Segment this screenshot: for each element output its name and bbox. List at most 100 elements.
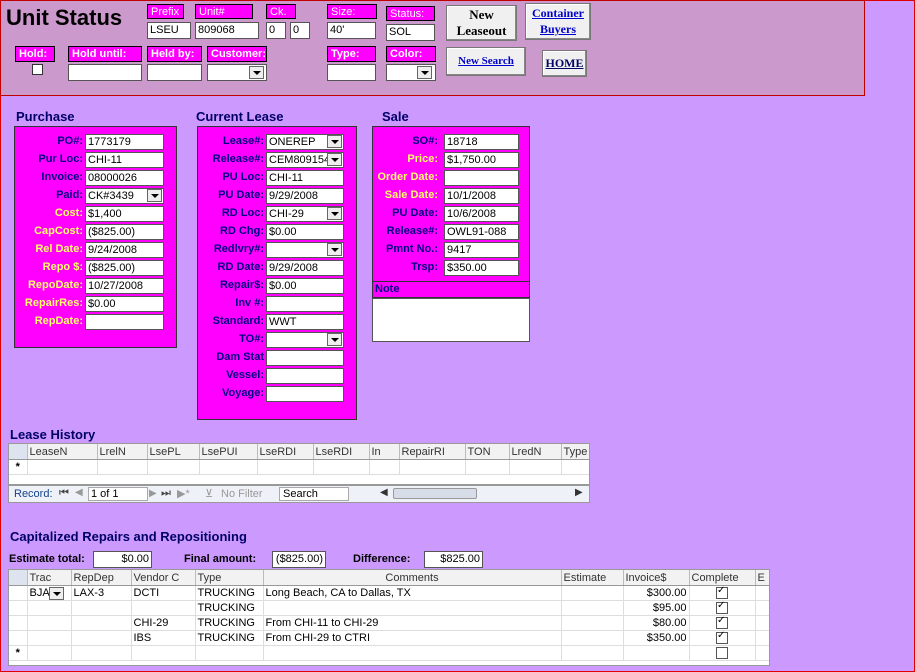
cell-vendor[interactable]: IBS (131, 630, 196, 646)
purchase-po-field[interactable]: 1773179 (85, 134, 164, 150)
lease-history-column-lserdi[interactable]: LseRDI (313, 444, 370, 460)
lease-history-column-in[interactable]: In (369, 444, 400, 460)
new-record-row[interactable]: * (9, 645, 769, 661)
purchase-capcost-field[interactable]: ($825.00) (85, 224, 164, 240)
cap-repairs-column-invoice[interactable]: Invoice$ (623, 570, 690, 586)
cell-complete[interactable] (689, 615, 756, 631)
cap-repairs-column-vendor-c[interactable]: Vendor C (131, 570, 196, 586)
lease-dam-stat-field[interactable] (266, 350, 344, 366)
lease-voyage-field[interactable] (266, 386, 344, 402)
scroll-right-icon[interactable]: ▶ (575, 487, 583, 498)
lease-history-column-lsepui[interactable]: LsePUI (199, 444, 258, 460)
lease-vessel-field[interactable] (266, 368, 344, 384)
empty-cell[interactable] (263, 645, 562, 661)
sale-so-field[interactable]: 18718 (444, 134, 519, 150)
complete-checkbox[interactable] (716, 647, 728, 660)
table-row[interactable]: IBS TRUCKING From CHI-29 to CTRI $350.00 (9, 630, 769, 646)
table-row[interactable]: BJA LAX-3 DCTI TRUCKING Long Beach, CA to Da… (9, 585, 769, 601)
last-record-icon[interactable]: ⏭ (161, 487, 171, 500)
complete-checkbox[interactable] (716, 586, 728, 600)
purchase-rel-date-field[interactable]: 9/24/2008 (85, 242, 164, 258)
lease-redlvry-dropdown-icon[interactable] (327, 243, 342, 256)
row-selector[interactable] (9, 630, 28, 646)
container-buyers-button[interactable]: Container Buyers (525, 3, 591, 40)
lease-history-column-lredn[interactable]: LredN (509, 444, 562, 460)
sale-trsp-field[interactable]: $350.00 (444, 260, 519, 276)
purchase-paid-dropdown-icon[interactable] (147, 189, 162, 202)
cell-trac[interactable] (27, 615, 72, 631)
lease-history-column-ton[interactable]: TON (465, 444, 510, 460)
unit-number-field[interactable]: 809068 (195, 22, 259, 39)
empty-cell[interactable] (561, 645, 624, 661)
cell-complete[interactable] (689, 600, 756, 616)
lease-lease-dropdown-icon[interactable] (327, 135, 342, 148)
size-field[interactable]: 40' (327, 22, 376, 39)
lease-history-column-lsepl[interactable]: LsePL (147, 444, 200, 460)
lease-standard-field[interactable]: WWT (266, 314, 344, 330)
cell-type[interactable]: TRUCKING (195, 600, 264, 616)
lease-pu-loc-field[interactable]: CHI-11 (266, 170, 344, 186)
cap-repairs-column-e[interactable]: E (755, 570, 769, 586)
prefix-field[interactable]: LSEU (147, 22, 191, 39)
next-record-icon[interactable]: ▶ (149, 488, 157, 499)
cell-repdep[interactable] (71, 600, 132, 616)
row-selector-header[interactable] (9, 444, 28, 460)
lease-pu-date-field[interactable]: 9/29/2008 (266, 188, 344, 204)
lease-release-dropdown-icon[interactable] (327, 153, 342, 166)
hold-checkbox[interactable] (32, 64, 43, 75)
cell-comments[interactable]: From CHI-29 to CTRI (263, 630, 562, 646)
cell-vendor[interactable]: CHI-29 (131, 615, 196, 631)
lease-history-column-type[interactable]: Type (561, 444, 589, 460)
search-field[interactable]: Search (279, 487, 349, 501)
customer-dropdown-icon[interactable] (249, 66, 264, 79)
cell-vendor[interactable]: DCTI (131, 585, 196, 601)
cell-invoice[interactable]: $95.00 (623, 600, 690, 616)
purchase-pur-loc-field[interactable]: CHI-11 (85, 152, 164, 168)
empty-cell[interactable] (27, 645, 72, 661)
purchase-repo-field[interactable]: ($825.00) (85, 260, 164, 276)
cell-comments[interactable]: From CHI-11 to CHI-29 (263, 615, 562, 631)
new-record-row[interactable]: * (9, 459, 589, 475)
cell-type[interactable]: TRUCKING (195, 585, 264, 601)
cell-estimate[interactable] (561, 600, 624, 616)
row-selector[interactable] (9, 615, 28, 631)
sale-pmnt-no-field[interactable]: 9417 (444, 242, 519, 258)
purchase-repodate-field[interactable]: 10/27/2008 (85, 278, 164, 294)
cell-type[interactable]: TRUCKING (195, 630, 264, 646)
complete-checkbox[interactable] (716, 601, 728, 615)
cap-repairs-column-comments[interactable]: Comments (263, 570, 562, 586)
sale-sale-date-field[interactable]: 10/1/2008 (444, 188, 519, 204)
lease-history-column-lreln[interactable]: LrelN (97, 444, 148, 460)
filter-icon[interactable]: ⊻ (205, 487, 213, 500)
final-amount-field[interactable]: ($825.00) (272, 551, 326, 568)
hold-until-field[interactable] (68, 64, 142, 81)
color-dropdown-icon[interactable] (417, 66, 432, 79)
check-digit-field-1[interactable]: 0 (266, 22, 286, 39)
cell-invoice[interactable]: $80.00 (623, 615, 690, 631)
sale-order-date-field[interactable] (444, 170, 519, 186)
cell-invoice[interactable]: $350.00 (623, 630, 690, 646)
cell-complete[interactable] (689, 630, 756, 646)
scroll-left-icon[interactable]: ◀ (380, 487, 388, 498)
estimate-total-field[interactable]: $0.00 (93, 551, 152, 568)
no-filter-label[interactable]: No Filter (221, 488, 263, 500)
status-field[interactable]: SOL (386, 24, 435, 41)
home-button[interactable]: HOME (542, 50, 587, 77)
lease-rd-chg-field[interactable]: $0.00 (266, 224, 344, 240)
cell-trac[interactable] (27, 600, 72, 616)
lease-inv-field[interactable] (266, 296, 344, 312)
cap-repairs-column-estimate[interactable]: Estimate (561, 570, 624, 586)
cell-comments[interactable]: Long Beach, CA to Dallas, TX (263, 585, 562, 601)
cap-repairs-column-complete[interactable]: Complete (689, 570, 756, 586)
lease-history-column-leasen[interactable]: LeaseN (27, 444, 98, 460)
lease-history-column-lserdi[interactable]: LseRDI (257, 444, 314, 460)
row-selector[interactable] (9, 585, 28, 601)
sale-price-field[interactable]: $1,750.00 (444, 152, 519, 168)
cell-type[interactable]: TRUCKING (195, 615, 264, 631)
cell-estimate[interactable] (561, 630, 624, 646)
cell-trac[interactable]: BJA (27, 585, 72, 601)
purchase-invoice-field[interactable]: 08000026 (85, 170, 164, 186)
cell-complete[interactable] (689, 645, 756, 661)
previous-record-icon[interactable]: ◀ (75, 487, 83, 498)
cell-repdep[interactable] (71, 630, 132, 646)
